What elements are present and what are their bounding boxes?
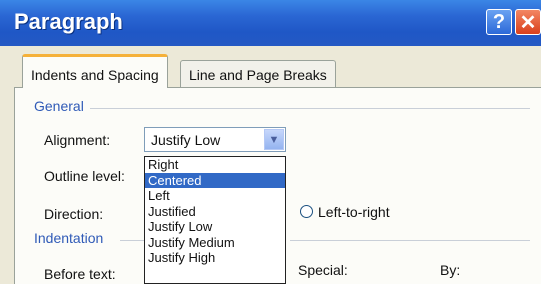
option-justify-high[interactable]: Justify High [145, 250, 285, 266]
general-separator [90, 108, 530, 109]
alignment-value: Justify Low [151, 132, 221, 148]
general-section-label: General [34, 98, 84, 114]
before-text-label: Before text: [44, 266, 116, 282]
option-centered[interactable]: Centered [145, 172, 285, 188]
special-label: Special: [298, 262, 348, 278]
chevron-down-icon[interactable]: ▼ [264, 129, 284, 150]
close-button[interactable]: ✕ [515, 9, 541, 35]
tab-label: Indents and Spacing [31, 67, 159, 83]
indentation-section-label: Indentation [34, 230, 104, 246]
left-to-right-label[interactable]: Left-to-right [318, 204, 390, 220]
direction-label: Direction: [44, 206, 104, 222]
indentation-separator [120, 240, 144, 241]
option-justify-medium[interactable]: Justify Medium [145, 235, 285, 251]
alignment-dropdown[interactable]: Justify Low ▼ [144, 127, 286, 152]
tab-line-and-page-breaks[interactable]: Line and Page Breaks [180, 60, 336, 88]
title-bar: Paragraph ? ✕ [0, 0, 541, 46]
by-label: By: [440, 262, 461, 278]
left-to-right-radio[interactable] [300, 205, 313, 218]
outline-level-label: Outline level: [44, 168, 125, 184]
alignment-label: Alignment: [44, 132, 111, 148]
help-icon: ? [492, 10, 506, 33]
alignment-options-list: Right Centered Left Justified Justify Lo… [144, 156, 286, 284]
option-right[interactable]: Right [145, 157, 285, 173]
tab-indents-and-spacing[interactable]: Indents and Spacing [22, 54, 168, 88]
close-icon: ✕ [519, 11, 537, 34]
option-justify-low[interactable]: Justify Low [145, 219, 285, 235]
option-left[interactable]: Left [145, 188, 285, 204]
option-justified[interactable]: Justified [145, 204, 285, 220]
indentation-separator-right [290, 240, 530, 241]
help-button[interactable]: ? [486, 9, 512, 35]
tab-label: Line and Page Breaks [189, 67, 327, 83]
tab-strip: Indents and Spacing Line and Page Breaks [0, 46, 541, 88]
window-title: Paragraph [14, 9, 123, 34]
paragraph-dialog: Paragraph ? ✕ Indents and Spacing Line a… [0, 0, 541, 284]
